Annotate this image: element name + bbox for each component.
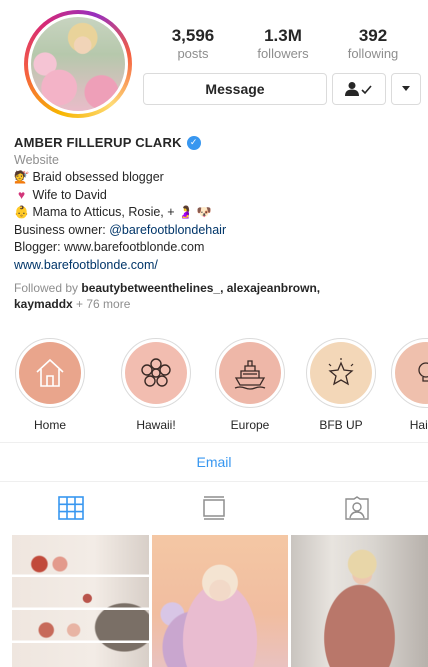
bio-line-1: 💇 Braid obsessed blogger [14,169,419,187]
highlight-label: Hair T [409,418,428,432]
followed-by[interactable]: Followed by beautybetweenthelines_, alex… [14,280,419,312]
email-label: Email [196,454,232,470]
message-button[interactable]: Message [143,73,327,105]
followed-more: + 76 more [72,297,131,311]
tagged-person-icon [344,496,369,520]
website-link[interactable]: www.barefootblonde.com/ [14,257,419,275]
profile-bio: AMBER FILLERUP CLARK ✓ Website 💇 Braid o… [14,134,419,312]
bio-line-4: Business owner: @barefootblondehair [14,222,419,240]
following-button[interactable] [332,73,386,105]
followed-prefix: Followed by [14,281,82,295]
tab-tagged[interactable] [285,483,428,533]
profile-stats: 3,596 posts 1.3M followers 392 following [148,26,418,62]
highlight-label: Home [33,418,66,432]
highlight-bfb-up[interactable]: BFB UP [303,338,379,432]
braid-emoji-icon: 💇 [14,170,29,184]
highlight-label: Europe [230,418,270,432]
highlight-cover [310,342,372,404]
highlight-cover [395,342,428,404]
bio-line-2: ♥ Wife to David [14,187,419,205]
house-icon [36,358,64,387]
star-icon [328,358,354,386]
grid-icon [58,496,85,520]
followers-stat[interactable]: 1.3M followers [238,26,328,62]
bio-line-3: 👶 Mama to Atticus, Rosie, + 🤰 🐶 [14,204,419,222]
bio-line-2-text: Wife to David [32,187,107,202]
email-contact-button[interactable]: Email [0,442,428,482]
avatar[interactable] [28,14,128,114]
profile-category: Website [14,152,59,167]
story-highlights: Home Hawaii! Europe BFB UP Hai [0,338,428,438]
highlight-ring [215,338,285,408]
highlight-home[interactable]: Home [12,338,88,432]
posts-label: posts [177,46,209,61]
tab-feed[interactable] [143,483,286,533]
profile-tabs [0,483,428,533]
followed-names-2: kaymaddx [14,297,73,311]
lightbulb-icon [418,362,428,382]
story-ring[interactable] [24,10,132,118]
post-thumbnail[interactable] [12,535,149,667]
feed-icon [203,496,225,520]
post-thumbnail[interactable] [291,535,428,667]
highlight-europe[interactable]: Europe [212,338,288,432]
person-check-icon [345,82,372,96]
highlight-hawaii[interactable]: Hawaii! [118,338,194,432]
verified-badge-icon: ✓ [186,135,201,150]
bio-line-5: Blogger: www.barefootblonde.com [14,240,205,254]
following-count: 392 [358,26,388,45]
following-label: following [347,46,399,61]
action-buttons: Message [143,73,421,105]
hair-account-link[interactable]: @barefootblondehair [109,223,226,237]
posts-stat[interactable]: 3,596 posts [148,26,238,62]
highlight-ring [306,338,376,408]
followed-names: beautybetweenthelines_, alexajeanbrown, [81,281,321,295]
highlight-ring [15,338,85,408]
photo-grid [12,535,428,667]
bio-line-1-text: Braid obsessed blogger [32,170,164,184]
dog-emoji-icon: 🐶 [196,205,212,219]
highlight-label: BFB UP [319,418,363,432]
tab-grid[interactable] [0,483,143,533]
more-options-button[interactable] [391,73,421,105]
caret-down-icon [402,86,410,91]
profile-name: AMBER FILLERUP CLARK [14,135,182,150]
posts-count: 3,596 [171,26,215,45]
bio-line-3-text: Mama to Atticus, Rosie, + [32,205,175,219]
pregnant-emoji-icon: 🤰 [178,205,194,219]
followers-label: followers [257,46,309,61]
highlight-ring [391,338,428,408]
highlight-hair-t[interactable]: Hair T [388,338,428,432]
followers-count: 1.3M [264,26,302,45]
highlight-ring [121,338,191,408]
highlight-cover [125,342,187,404]
flower-icon [141,358,171,387]
highlight-label: Hawaii! [136,418,176,432]
profile-name-row: AMBER FILLERUP CLARK ✓ [14,134,419,152]
post-thumbnail[interactable] [151,535,289,667]
profile-header: 3,596 posts 1.3M followers 392 following… [0,0,428,128]
highlight-cover [219,342,281,404]
bio-line-4-prefix: Business owner: [14,222,110,237]
following-stat[interactable]: 392 following [328,26,418,62]
ship-icon [234,360,266,390]
highlight-cover [19,342,81,404]
heart-emoji-icon: ♥ [17,187,26,202]
baby-emoji-icon: 👶 [14,205,29,219]
